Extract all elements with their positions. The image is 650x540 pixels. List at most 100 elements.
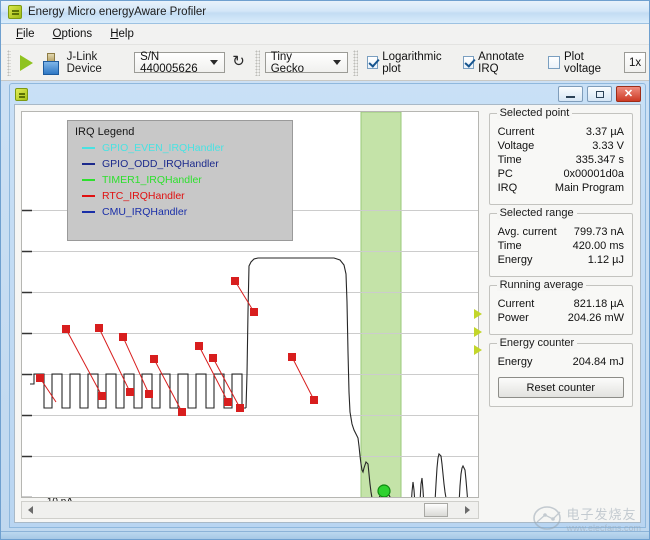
close-button[interactable]: ✕ (616, 86, 641, 102)
maximize-button[interactable] (587, 86, 612, 102)
legend-row-0: GPIO_EVEN_IRQHandler (82, 142, 285, 154)
menu-options[interactable]: Options (44, 26, 102, 42)
legend-color-swatch-2 (82, 179, 95, 181)
title-bar: Energy Micro energyAware Profiler (1, 1, 649, 24)
energy-counter-value-0: 204.84 mJ (565, 356, 624, 368)
logarithmic-plot-label: Logarithmic plot (382, 51, 452, 75)
selected-point-value-3: 0x00001d0a (555, 168, 624, 180)
running-average-key-0: Current (498, 298, 546, 310)
menu-file[interactable]: File (7, 26, 44, 42)
legend-label-0: GPIO_EVEN_IRQHandler (102, 142, 224, 154)
toolbar: J-Link Device S/N 440005626 ↻ Tiny Gecko… (1, 45, 649, 81)
selected-point-row-2: Time 335.347 s (498, 154, 624, 166)
selected-range-title: Selected range (497, 207, 577, 219)
energy-counter-title: Energy counter (497, 337, 578, 349)
running-average-key-1: Power (498, 312, 546, 324)
selected-range-row-2: Energy 1.12 µJ (498, 254, 624, 266)
close-icon: ✕ (624, 89, 633, 100)
irq-legend-title: IRQ Legend (75, 126, 285, 138)
child-window-title-bar: ✕ (10, 84, 645, 104)
selected-point-value-4: Main Program (547, 182, 624, 194)
jlink-device-value: S/N 440005626 (140, 51, 202, 75)
menu-help-mnemonic: H (110, 28, 118, 40)
legend-color-swatch-1 (82, 163, 95, 165)
annotate-irq-checkbox[interactable]: Annotate IRQ (463, 51, 539, 75)
selected-range-key-0: Avg. current (498, 226, 557, 238)
checkbox-box-voltage (548, 56, 560, 69)
legend-label-2: TIMER1_IRQHandler (102, 174, 202, 186)
horizontal-scrollbar[interactable] (21, 501, 479, 519)
selection-band (361, 112, 401, 498)
range-marker-icon-1[interactable] (474, 327, 482, 337)
selected-point-row-1: Voltage 3.33 V (498, 140, 624, 152)
info-sidebar: Selected point Current 3.37 µA Voltage 3… (485, 105, 640, 522)
plot-column: 100 mA 10 mA 1 mA 100 uA 10 uA 1 uA 100 … (15, 105, 485, 522)
menu-options-label: ptions (62, 28, 93, 40)
selected-point-key-0: Current (498, 126, 546, 138)
arrow-left-icon[interactable] (22, 502, 38, 518)
toolbar-grip-3[interactable] (353, 50, 357, 76)
selected-point-key-3: PC (498, 168, 546, 180)
selected-range-value-0: 799.73 nA (566, 226, 624, 238)
menu-bar: File Options Help (1, 24, 649, 45)
toolbar-grip-2[interactable] (255, 50, 259, 76)
legend-row-3: RTC_IRQHandler (82, 190, 285, 202)
range-markers (474, 105, 486, 522)
selected-range-row-1: Time 420.00 ms (498, 240, 624, 252)
menu-help-label: elp (119, 28, 134, 40)
chevron-down-icon (210, 60, 218, 65)
checkbox-box-irq (463, 56, 475, 69)
selected-point-value-1: 3.33 V (584, 140, 624, 152)
running-average-value-0: 821.18 µA (566, 298, 624, 310)
selected-range-key-2: Energy (498, 254, 533, 266)
running-average-value-1: 204.26 mW (560, 312, 624, 324)
running-average-title: Running average (497, 279, 587, 291)
chip-select[interactable]: Tiny Gecko (265, 52, 349, 73)
jlink-device-label: J-Link Device (67, 51, 127, 75)
refresh-icon[interactable]: ↻ (231, 53, 247, 73)
child-window-body: 100 mA 10 mA 1 mA 100 uA 10 uA 1 uA 100 … (14, 104, 641, 523)
legend-label-3: RTC_IRQHandler (102, 190, 185, 202)
legend-color-swatch-0 (82, 147, 95, 149)
scrollbar-thumb[interactable] (424, 503, 448, 517)
range-marker-icon-0[interactable] (474, 309, 482, 319)
logarithmic-plot-checkbox[interactable]: Logarithmic plot (367, 51, 453, 75)
plot-voltage-checkbox[interactable]: Plot voltage (548, 51, 616, 75)
play-icon[interactable] (20, 55, 33, 71)
menu-help[interactable]: Help (101, 26, 143, 42)
application-window: Energy Micro energyAware Profiler File O… (0, 0, 650, 540)
calibrate-icon[interactable] (43, 53, 55, 73)
checkbox-box-log (367, 56, 379, 69)
zoom-level-field[interactable]: 1x (624, 52, 646, 73)
irq-annotation-markers (36, 277, 318, 416)
plot-child-window: ✕ 100 mA 10 mA 1 mA 100 uA 10 uA 1 uA 10… (9, 83, 646, 528)
legend-color-swatch-4 (82, 211, 95, 213)
selected-range-group: Selected range Avg. current 799.73 nA Ti… (489, 213, 633, 277)
energy-micro-icon (8, 5, 22, 19)
legend-row-1: GPIO_ODD_IRQHandler (82, 158, 285, 170)
energy-counter-group: Energy counter Energy 204.84 mJ Reset co… (489, 343, 633, 407)
selected-range-value-1: 420.00 ms (565, 240, 624, 252)
selected-point-key-4: IRQ (498, 182, 546, 194)
menu-file-mnemonic: F (16, 28, 23, 40)
energy-micro-icon-small (15, 88, 28, 101)
jlink-device-select[interactable]: S/N 440005626 (134, 52, 225, 73)
maximize-icon (596, 91, 604, 98)
child-window-buttons: ✕ (558, 86, 641, 102)
selected-range-value-2: 1.12 µJ (580, 254, 624, 266)
selected-point-key-1: Voltage (498, 140, 546, 152)
window-title: Energy Micro energyAware Profiler (28, 6, 206, 18)
range-marker-icon-2[interactable] (474, 345, 482, 355)
menu-file-label: ile (23, 28, 35, 40)
plot-area[interactable]: IRQ Legend GPIO_EVEN_IRQHandler GPIO_ODD… (21, 111, 479, 498)
reset-counter-button[interactable]: Reset counter (498, 377, 624, 398)
irq-legend: IRQ Legend GPIO_EVEN_IRQHandler GPIO_ODD… (67, 120, 293, 241)
energy-counter-row-0: Energy 204.84 mJ (498, 356, 624, 368)
legend-label-1: GPIO_ODD_IRQHandler (102, 158, 219, 170)
running-average-row-0: Current 821.18 µA (498, 298, 624, 310)
plot-voltage-label: Plot voltage (564, 51, 616, 75)
running-average-row-1: Power 204.26 mW (498, 312, 624, 324)
legend-row-4: CMU_IRQHandler (82, 206, 285, 218)
minimize-button[interactable] (558, 86, 583, 102)
toolbar-grip[interactable] (7, 50, 11, 76)
